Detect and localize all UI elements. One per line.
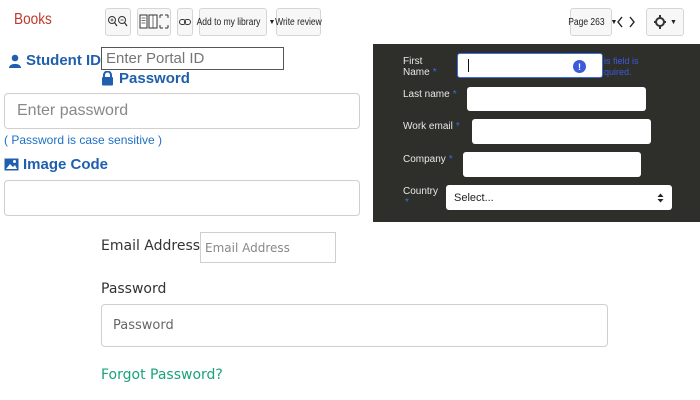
settings-button[interactable]: ▼ (646, 8, 684, 36)
country-select-value: Select... (454, 191, 494, 204)
student-id-input[interactable] (101, 47, 284, 70)
last-name-input[interactable] (467, 87, 646, 111)
write-review-button[interactable]: Write review (275, 8, 322, 36)
student-id-label-row: Student ID (8, 52, 101, 69)
student-id-label: Student ID (26, 52, 101, 69)
password-label-row: Password (101, 70, 190, 87)
password-input-2[interactable]: Password (101, 304, 608, 347)
text-cursor (468, 59, 469, 72)
sort-arrows-icon (657, 193, 664, 202)
work-email-input[interactable] (472, 119, 651, 144)
email-address-input[interactable]: Email Address (200, 232, 336, 263)
forgot-password-link[interactable]: Forgot Password? (101, 367, 223, 383)
books-brand[interactable]: Books (14, 11, 52, 29)
error-icon: ! (573, 60, 586, 73)
company-label: Company * (403, 154, 453, 165)
zoom-in-icon (108, 16, 128, 27)
first-name-input[interactable]: ! (457, 53, 603, 78)
link-icon (179, 19, 191, 25)
add-to-library-button[interactable]: Add to my library ▼ (196, 8, 275, 36)
view-mode-button[interactable] (137, 8, 171, 36)
page-select[interactable]: Page 263 ▼ (567, 8, 617, 36)
chevron-right-icon[interactable] (629, 16, 635, 28)
email-placeholder: Email Address (205, 240, 290, 255)
work-email-label: Work email * (403, 121, 460, 132)
password-label: Password (119, 70, 190, 87)
chevron-left-icon[interactable] (617, 16, 623, 28)
email-address-label: Email Address (101, 238, 201, 254)
page-label: Page 263 (567, 16, 605, 28)
password-input[interactable]: Enter password (4, 93, 360, 129)
gear-icon (654, 15, 667, 29)
books-toolbar: Books Add to my library ▼ Write review P… (0, 0, 700, 44)
caret-down-icon: ▼ (670, 18, 677, 26)
required-error-text: is field is quired. (604, 56, 639, 77)
link-button[interactable] (177, 8, 193, 36)
first-name-label: First Name * (403, 56, 437, 78)
last-name-label: Last name * (403, 89, 457, 100)
lock-icon (102, 71, 113, 86)
write-review-label: Write review (275, 16, 322, 28)
company-input[interactable] (463, 152, 641, 177)
zoom-button[interactable] (105, 8, 131, 36)
image-icon (4, 158, 19, 171)
page-nav (614, 8, 638, 36)
image-code-label-row: Image Code (4, 156, 108, 173)
password-case-note: ( Password is case sensitive ) (4, 133, 163, 147)
password-placeholder-2: Password (113, 318, 174, 333)
password-label-2: Password (101, 281, 167, 297)
password-placeholder: Enter password (17, 102, 129, 119)
add-to-library-label: Add to my library (196, 16, 260, 28)
country-select[interactable]: Select... (446, 185, 672, 210)
image-code-label: Image Code (23, 156, 109, 173)
page-view-icon (139, 14, 169, 29)
user-icon (9, 54, 21, 68)
image-code-input[interactable] (4, 180, 360, 216)
country-label: Country * (403, 186, 439, 208)
